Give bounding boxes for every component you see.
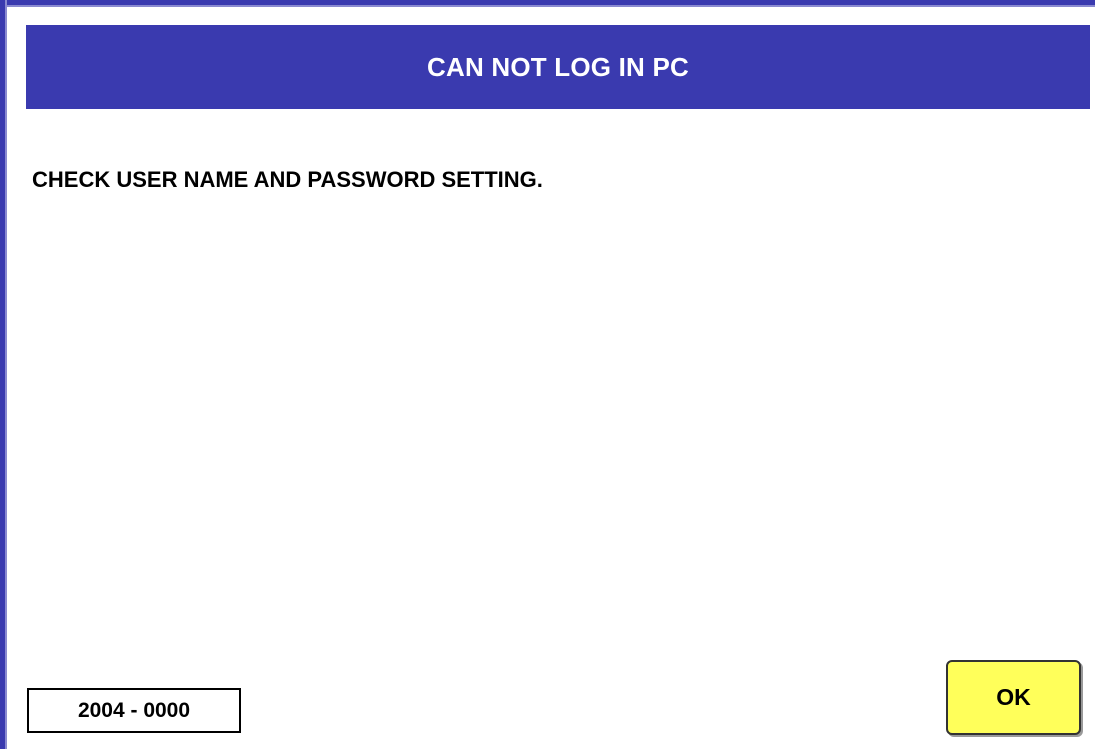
frame-left-inner-border [5, 0, 7, 749]
frame-top-inner-border [0, 5, 1095, 7]
error-code-text: 2004 - 0000 [77, 698, 191, 722]
error-dialog-screen: CAN NOT LOG IN PC CHECK USER NAME AND PA… [0, 0, 1095, 749]
dialog-title: CAN NOT LOG IN PC [427, 51, 689, 82]
dialog-title-bar: CAN NOT LOG IN PC [26, 25, 1090, 109]
ok-button-label: OK [996, 684, 1031, 710]
error-message: CHECK USER NAME AND PASSWORD SETTING. [32, 167, 543, 192]
ok-button[interactable]: OK [946, 660, 1081, 735]
error-code-box: 2004 - 0000 [27, 688, 241, 733]
